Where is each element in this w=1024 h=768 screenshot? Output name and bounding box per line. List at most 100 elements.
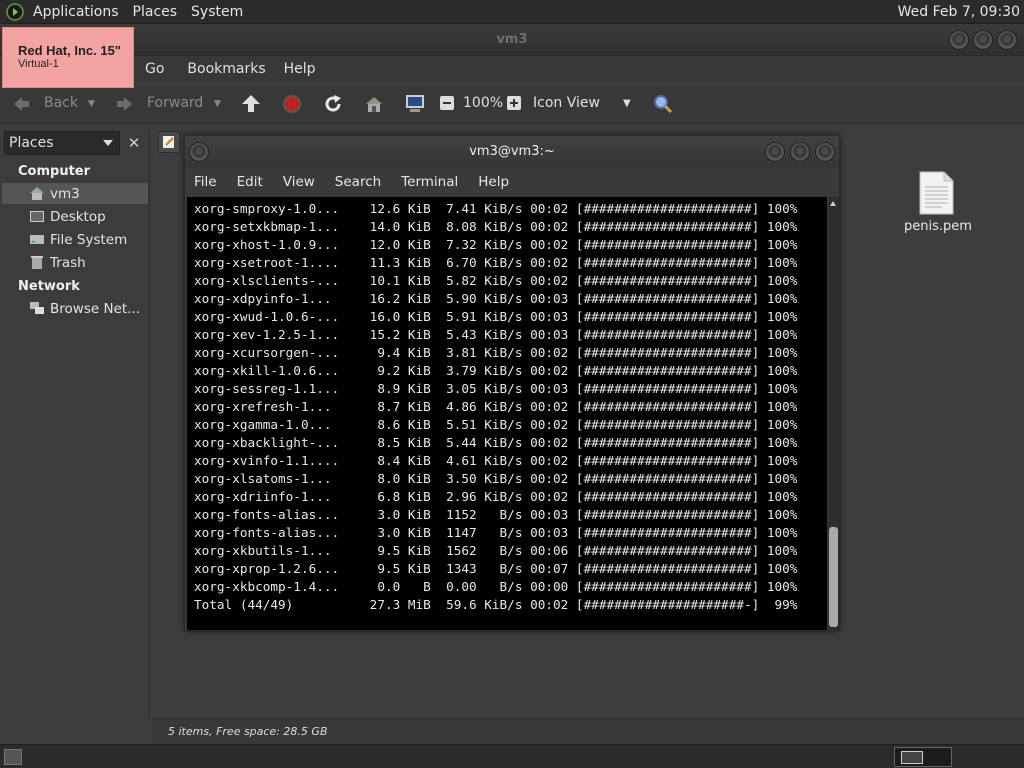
- terminal-line: xorg-xsetroot-1.... 11.3 KiB 6.70 KiB/s …: [194, 255, 798, 270]
- terminal-menu-help[interactable]: Help: [471, 174, 516, 190]
- status-text: 5 items, Free space: 28.5 GB: [168, 725, 328, 738]
- zoom-level[interactable]: 100%: [463, 95, 503, 111]
- home-icon[interactable]: [363, 93, 385, 115]
- location-tab-edit-icon[interactable]: [158, 131, 180, 153]
- sidebar-section-network: Network: [18, 279, 80, 294]
- top-panel: Applications Places System Wed Feb 7, 09…: [0, 0, 1024, 24]
- view-mode-select[interactable]: Icon View: [533, 95, 600, 111]
- desktop-icon: [30, 211, 44, 222]
- file-name-label[interactable]: penis.pem: [898, 219, 978, 234]
- applications-menu[interactable]: Applications: [26, 0, 126, 24]
- sidebar-item-trash[interactable]: Trash: [2, 252, 148, 273]
- terminal-line: xorg-xvinfo-1.1.... 8.4 KiB 4.61 KiB/s 0…: [194, 453, 798, 468]
- workspace-window-preview: [901, 751, 923, 764]
- sidebar-type-select[interactable]: Places: [4, 131, 120, 155]
- places-sidebar: Places ✕ Computer vm3 Desktop File Syste…: [0, 129, 150, 718]
- terminal-line: xorg-sessreg-1.1... 8.9 KiB 3.05 KiB/s 0…: [194, 381, 798, 396]
- forward-button[interactable]: Forward: [147, 95, 203, 111]
- places-menu[interactable]: Places: [126, 0, 185, 24]
- terminal-maximize-button[interactable]: [790, 142, 810, 162]
- terminal-line: xorg-xlsatoms-1... 8.0 KiB 3.50 KiB/s 00…: [194, 471, 798, 486]
- chevron-down-icon: [103, 140, 113, 146]
- distro-logo-icon[interactable]: [4, 1, 26, 23]
- terminal-scrollbar[interactable]: [828, 197, 839, 630]
- close-button[interactable]: [997, 30, 1017, 50]
- terminal-line: xorg-xwud-1.0.6-... 16.0 KiB 5.91 KiB/s …: [194, 309, 798, 324]
- terminal-menu-button[interactable]: [189, 142, 209, 162]
- terminal-menu-search[interactable]: Search: [328, 174, 388, 190]
- computer-icon[interactable]: [404, 93, 426, 115]
- sidebar-header-label: Places: [9, 135, 54, 151]
- monitor-output-label: Virtual-1: [18, 58, 59, 70]
- back-history-dropdown-icon[interactable]: ▼: [88, 99, 95, 109]
- terminal-line: xorg-smproxy-1.0... 12.6 KiB 7.41 KiB/s …: [194, 201, 798, 216]
- sidebar-close-icon[interactable]: ✕: [123, 131, 145, 155]
- menu-bookmarks[interactable]: Bookmarks: [180, 61, 272, 77]
- file-manager-titlebar[interactable]: vm3: [0, 24, 1024, 56]
- terminal-line: xorg-xbacklight-... 8.5 KiB 5.44 KiB/s 0…: [194, 435, 798, 450]
- sidebar-item-label: Desktop: [50, 208, 106, 225]
- minimize-button[interactable]: [949, 30, 969, 50]
- monitor-vendor-label: Red Hat, Inc. 15": [18, 43, 121, 58]
- terminal-menu-view[interactable]: View: [276, 174, 322, 190]
- terminal-line: xorg-xdpyinfo-1... 16.2 KiB 5.90 KiB/s 0…: [194, 291, 798, 306]
- file-manager-menubar: Go Bookmarks Help: [0, 56, 1024, 82]
- sidebar-item-file-system[interactable]: File System: [2, 229, 148, 250]
- show-desktop-icon[interactable]: [4, 749, 22, 765]
- home-folder-icon: [30, 187, 44, 200]
- bottom-panel: [0, 744, 1024, 768]
- sidebar-item-label: vm3: [50, 185, 80, 202]
- sidebar-item-desktop[interactable]: Desktop: [2, 206, 148, 227]
- search-icon[interactable]: [652, 93, 674, 115]
- terminal-line: xorg-xkbutils-1... 9.5 KiB 1562 B/s 00:0…: [194, 543, 798, 558]
- zoom-in-icon[interactable]: [506, 95, 522, 111]
- terminal-menu-terminal[interactable]: Terminal: [394, 174, 465, 190]
- system-menu[interactable]: System: [184, 0, 250, 24]
- stop-icon[interactable]: [281, 93, 303, 115]
- back-arrow-icon[interactable]: [10, 93, 32, 115]
- forward-arrow-icon[interactable]: [114, 93, 136, 115]
- workspace-switcher[interactable]: [894, 747, 952, 767]
- view-mode-dropdown-icon[interactable]: ▼: [623, 98, 631, 109]
- monitor-label-popup: Red Hat, Inc. 15" Virtual-1: [2, 27, 134, 88]
- scrollbar-thumb[interactable]: [829, 527, 838, 627]
- menu-help[interactable]: Help: [277, 61, 323, 77]
- sidebar-item-label: Trash: [50, 254, 86, 271]
- forward-history-dropdown-icon[interactable]: ▼: [214, 99, 221, 109]
- terminal-close-button[interactable]: [815, 142, 835, 162]
- sidebar-item-label: Browse Net...: [50, 300, 141, 317]
- drive-icon: [30, 235, 44, 244]
- terminal-line: xorg-xrefresh-1... 8.7 KiB 4.86 KiB/s 00…: [194, 399, 798, 414]
- zoom-out-icon[interactable]: [439, 95, 455, 111]
- text-file-icon[interactable]: [917, 171, 955, 215]
- terminal-line: Total (44/49) 27.3 MiB 59.6 KiB/s 00:02 …: [194, 597, 798, 612]
- terminal-window: vm3@vm3:~ File Edit View Search Terminal…: [184, 135, 840, 631]
- sidebar-item-vm3[interactable]: vm3: [2, 183, 148, 204]
- terminal-minimize-button[interactable]: [765, 142, 785, 162]
- clock[interactable]: Wed Feb 7, 09:30: [898, 0, 1020, 24]
- back-button[interactable]: Back: [44, 95, 78, 111]
- terminal-line: xorg-xkbcomp-1.4... 0.0 B 0.00 B/s 00:00…: [194, 579, 798, 594]
- terminal-line: xorg-xhost-1.0.9... 12.0 KiB 7.32 KiB/s …: [194, 237, 798, 252]
- statusbar: 5 items, Free space: 28.5 GB: [152, 718, 1024, 744]
- terminal-line: xorg-xprop-1.2.6... 9.5 KiB 1343 B/s 00:…: [194, 561, 798, 576]
- terminal-menubar: File Edit View Search Terminal Help: [185, 170, 839, 194]
- menu-go[interactable]: Go: [138, 61, 171, 77]
- terminal-line: xorg-setxkbmap-1... 14.0 KiB 8.08 KiB/s …: [194, 219, 798, 234]
- up-arrow-icon[interactable]: [240, 93, 262, 115]
- terminal-titlebar[interactable]: vm3@vm3:~: [185, 136, 839, 168]
- reload-icon[interactable]: [322, 93, 344, 115]
- terminal-line: xorg-xev-1.2.5-1... 15.2 KiB 5.43 KiB/s …: [194, 327, 798, 342]
- terminal-line: xorg-fonts-alias... 3.0 KiB 1147 B/s 00:…: [194, 525, 798, 540]
- terminal-menu-file[interactable]: File: [187, 174, 224, 190]
- sidebar-item-browse-network[interactable]: Browse Net...: [2, 298, 148, 319]
- terminal-line: xorg-fonts-alias... 3.0 KiB 1152 B/s 00:…: [194, 507, 798, 522]
- scroll-up-arrow-icon[interactable]: [830, 201, 836, 206]
- terminal-title: vm3@vm3:~: [469, 144, 555, 159]
- maximize-button[interactable]: [973, 30, 993, 50]
- sidebar-item-label: File System: [50, 231, 128, 248]
- terminal-menu-edit[interactable]: Edit: [230, 174, 270, 190]
- file-manager-toolbar: Back ▼ Forward ▼ 100% Icon View ▼: [0, 86, 1024, 124]
- terminal-line: xorg-xlsclients-... 10.1 KiB 5.82 KiB/s …: [194, 273, 798, 288]
- terminal-output[interactable]: xorg-smproxy-1.0... 12.6 KiB 7.41 KiB/s …: [187, 197, 827, 630]
